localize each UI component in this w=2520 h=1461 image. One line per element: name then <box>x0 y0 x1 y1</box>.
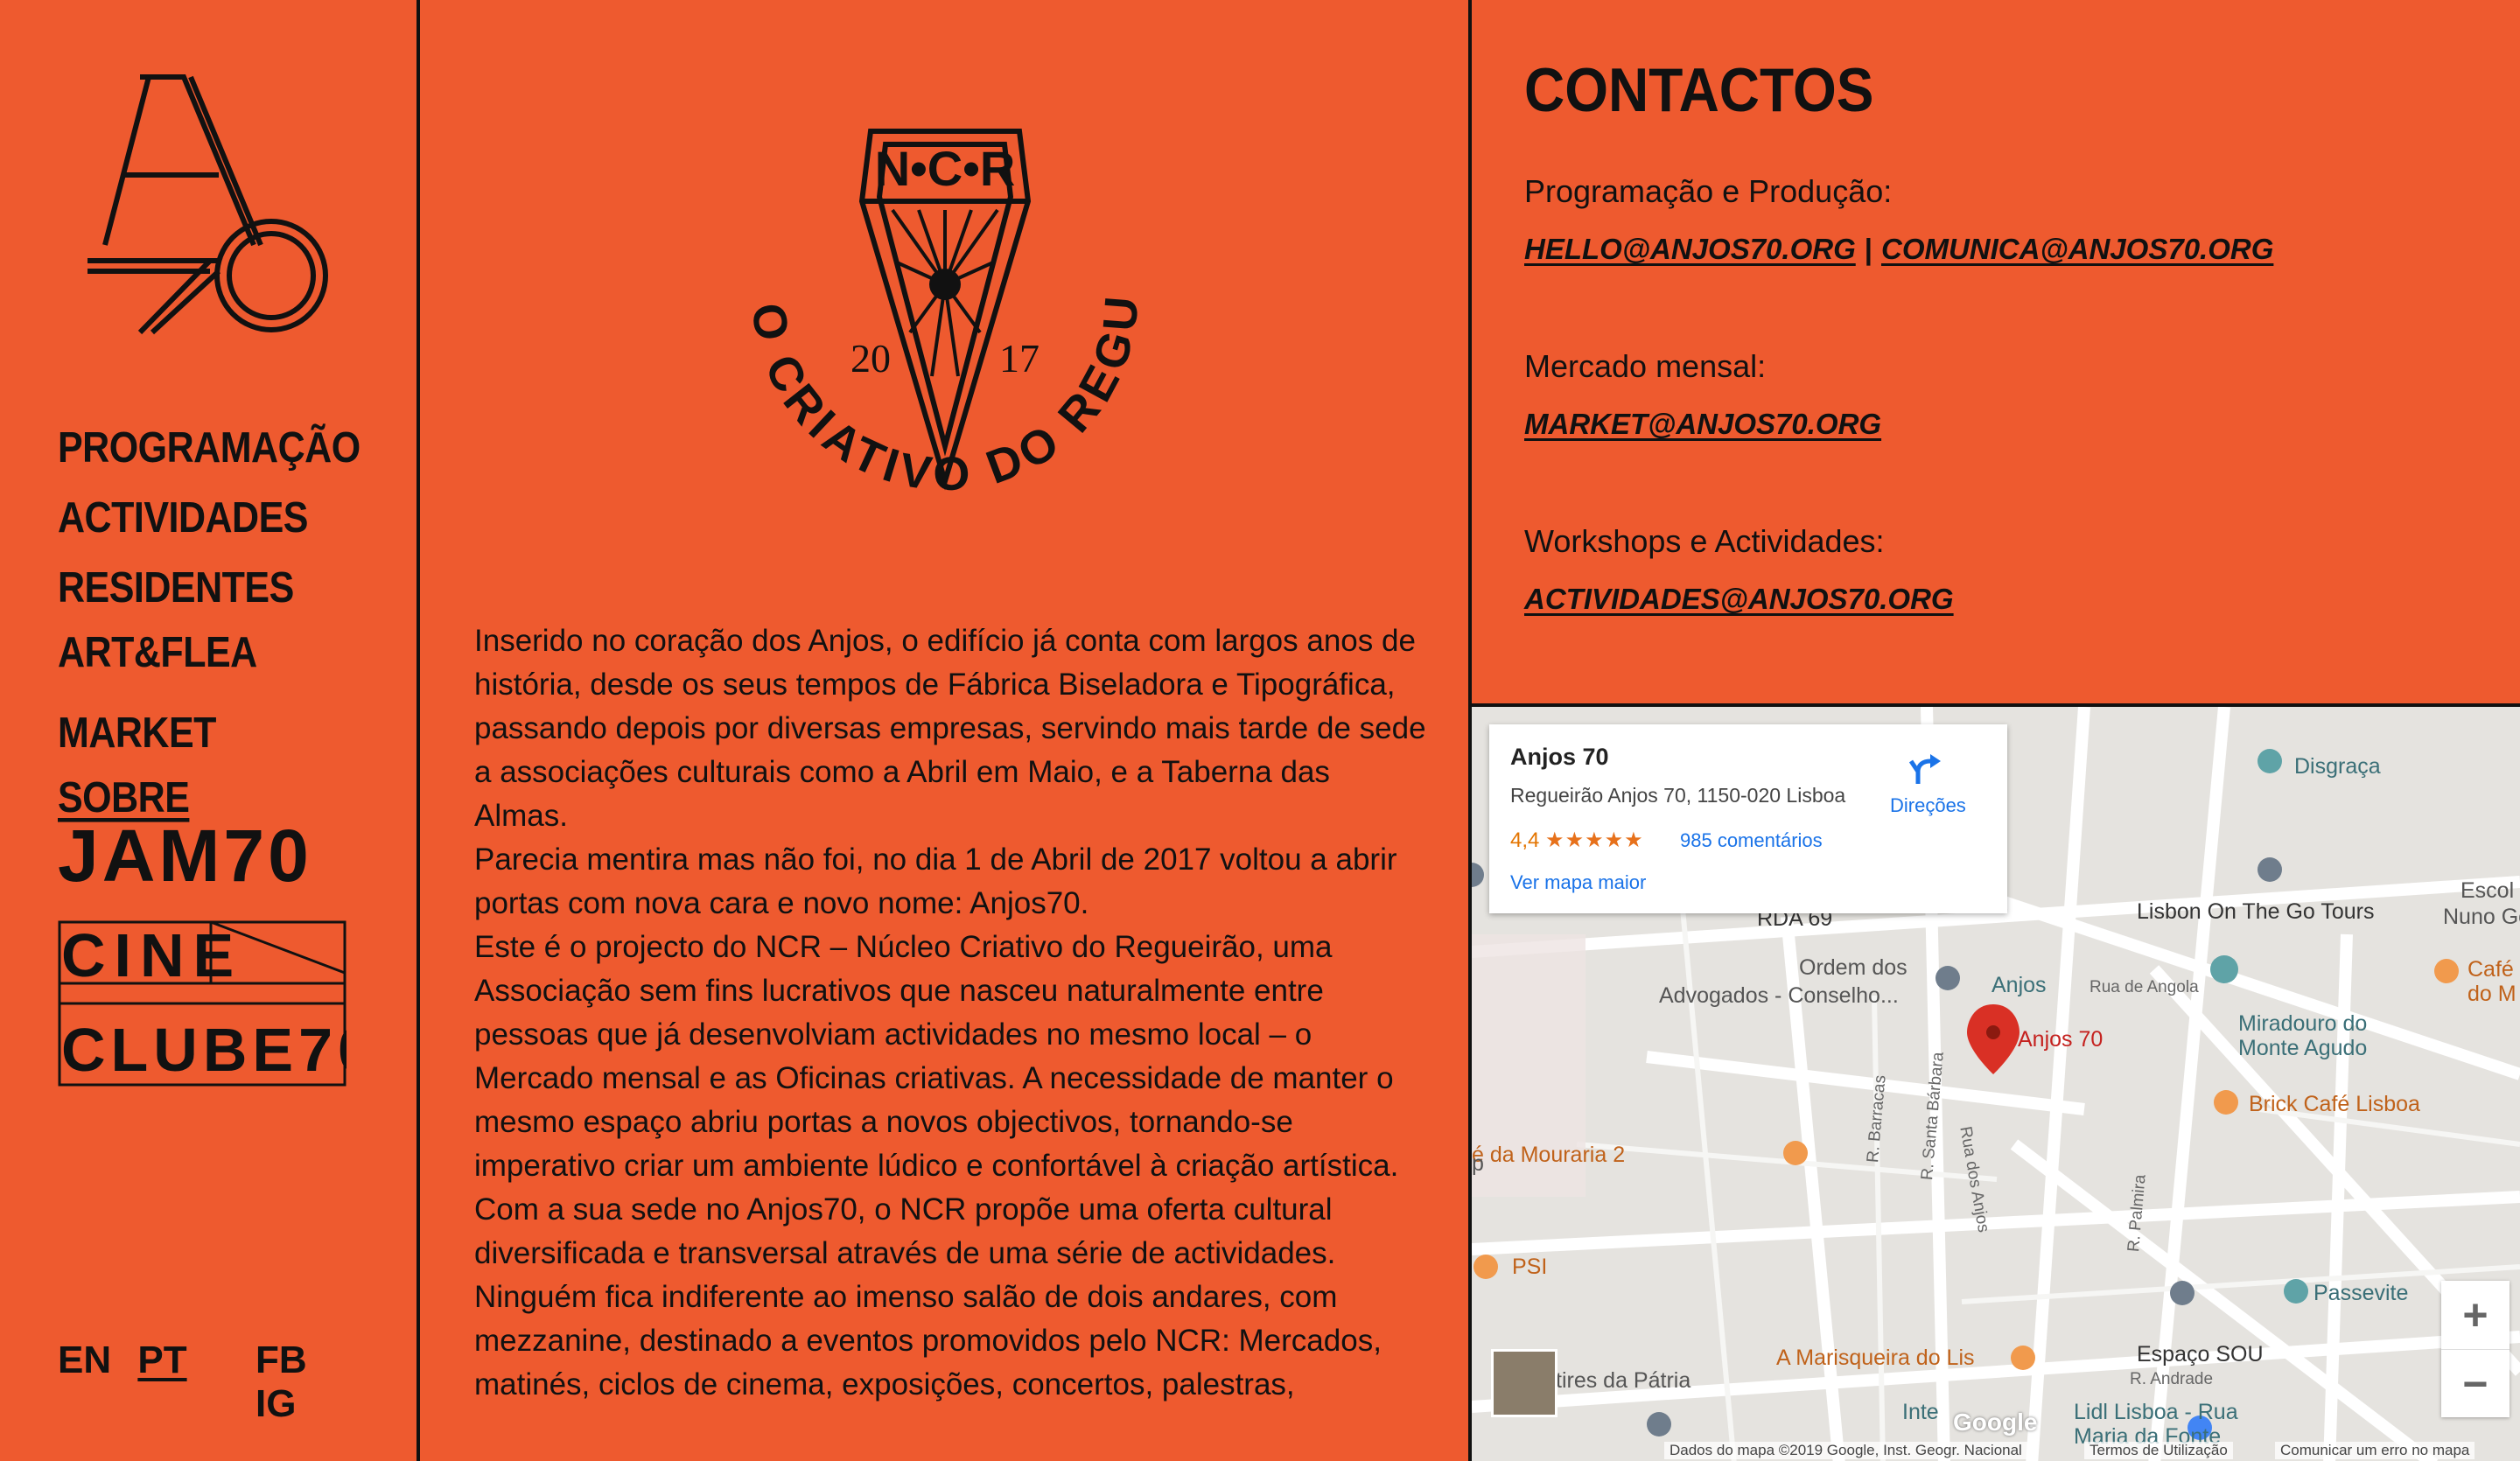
email-separator: | <box>1864 233 1872 265</box>
directions-link[interactable]: Direções <box>1890 794 1966 817</box>
social-links: FB IG <box>256 1339 416 1426</box>
about-paragraph: Este é o projecto do NCR – Núcleo Criati… <box>474 930 1399 1270</box>
map-label-marisqueira: A Marisqueira do Lis <box>1776 1346 1975 1370</box>
map-label-disgraca: Disgraça <box>2294 754 2381 779</box>
nav-item-art-flea-market[interactable]: ART&FLEA MARKET <box>58 612 416 773</box>
map-label-psi: PSI <box>1512 1255 1548 1279</box>
map-terms-link[interactable]: Termos de Utilização <box>2084 1442 2233 1459</box>
map-label-escola: Escol <box>2460 878 2515 903</box>
about-paragraph: Inserido no coração dos Anjos, o edifíci… <box>474 624 1426 833</box>
map-label-andrade: R. Andrade <box>2130 1370 2214 1388</box>
map-label-cafe2: do M <box>2468 982 2516 1006</box>
map-label-miradouro1: Miradouro do <box>2238 1011 2368 1036</box>
emblem-ncr-text: N•C•R <box>875 141 1016 196</box>
about-paragraph: Ninguém fica indiferente ao imenso salão… <box>474 1280 1382 1402</box>
instagram-link[interactable]: IG <box>256 1382 296 1425</box>
map-label-ordem1: Ordem dos <box>1799 955 1908 980</box>
about-paragraph: Parecia mentira mas não foi, no dia 1 de… <box>474 842 1397 920</box>
map-data-credit: Dados do mapa ©2019 Google, Inst. Geogr.… <box>1664 1442 2027 1459</box>
rating-stars-icon: ★★★★★ <box>1545 828 1644 852</box>
map-label-passevite: Passevite <box>2314 1281 2409 1305</box>
map-label-ordem2: Advogados - Conselho... <box>1659 983 1899 1008</box>
lang-pt-link[interactable]: PT <box>137 1339 186 1381</box>
cine-text: CINE <box>61 921 242 989</box>
main-nav: PROGRAMAÇÃO ACTIVIDADES RESIDENTES ART&F… <box>58 413 416 833</box>
place-address: Regueirão Anjos 70, 1150-020 Lisboa <box>1510 784 1846 807</box>
place-rating: 4,4 ★★★★★ <box>1510 828 1644 853</box>
market-email-link[interactable]: MARKET@ANJOS70.ORG <box>1524 408 1881 441</box>
emblem-year-left: 20 <box>850 336 891 381</box>
map-label-mouraria: é da Mouraria 2 <box>1472 1143 1626 1167</box>
contacts-title: CONTACTOS <box>1524 55 1874 125</box>
language-switcher: EN PT <box>58 1339 203 1382</box>
reviews-link[interactable]: 985 comentários <box>1680 829 1823 852</box>
map-label-patria: tires da Pátria <box>1556 1368 1691 1393</box>
map-label-lisbon-go: Lisbon On The Go Tours <box>2137 899 2375 924</box>
place-info-card: Anjos 70 Regueirão Anjos 70, 1150-020 Li… <box>1489 724 2007 913</box>
actividades-email-link[interactable]: ACTIVIDADES@ANJOS70.ORG <box>1524 583 1954 616</box>
place-name: Anjos 70 <box>1510 744 1609 770</box>
satellite-toggle[interactable] <box>1491 1349 1558 1417</box>
map-report-link[interactable]: Comunicar um erro no mapa <box>2275 1442 2475 1459</box>
nav-item-programacao[interactable]: PROGRAMAÇÃO <box>58 408 416 488</box>
left-sidebar: PROGRAMAÇÃO ACTIVIDADES RESIDENTES ART&F… <box>0 0 420 1461</box>
programacao-label: Programação e Produção: <box>1524 173 1893 209</box>
jam70-logo[interactable]: JAM70 <box>58 814 312 898</box>
anjos70-logo[interactable] <box>88 70 332 341</box>
rating-value: 4,4 <box>1510 828 1540 852</box>
about-section: N•C•R 20 17 NÚCLEO CRIATIVO DO REGUEIRÃO… <box>420 0 1472 1461</box>
zoom-controls: + − <box>2441 1281 2510 1417</box>
emblem-year-right: 17 <box>999 336 1040 381</box>
about-text: Inserido no coração dos Anjos, o edifíci… <box>474 619 1428 1407</box>
mercado-label: Mercado mensal: <box>1524 348 1767 384</box>
facebook-link[interactable]: FB <box>256 1339 307 1381</box>
google-map[interactable]: Disgraça RDA 69 Lisbon On The Go Tours E… <box>1472 703 2520 1461</box>
map-label-cafe1: Café <box>2468 957 2514 982</box>
workshops-label: Workshops e Actividades: <box>1524 523 1885 559</box>
map-label-p: p <box>1472 1151 1484 1176</box>
map-label-anjos-metro: Anjos <box>1992 973 2047 997</box>
hello-email-link[interactable]: HELLO@ANJOS70.ORG <box>1524 233 1856 265</box>
directions-icon[interactable] <box>1908 749 1948 789</box>
map-label-nuno: Nuno Go <box>2443 905 2520 929</box>
view-larger-map-link[interactable]: Ver mapa maior <box>1510 871 1646 894</box>
map-label-anjos70: Anjos 70 <box>2018 1027 2104 1052</box>
nav-item-actividades[interactable]: ACTIVIDADES <box>58 478 416 558</box>
map-label-brick-cafe: Brick Café Lisboa <box>2249 1092 2420 1116</box>
zoom-in-button[interactable]: + <box>2441 1281 2510 1350</box>
map-label-inter: Inte <box>1902 1400 1939 1424</box>
map-label-rua-angola: Rua de Angola <box>2090 978 2199 996</box>
map-attribution: Dados do mapa ©2019 Google, Inst. Geogr.… <box>1472 1438 2520 1461</box>
map-label-miradouro2: Monte Agudo <box>2238 1036 2368 1060</box>
map-label-lidl1: Lidl Lisboa - Rua <box>2074 1400 2238 1424</box>
clube70-text: CLUBE70 <box>61 1016 346 1084</box>
ncr-emblem: N•C•R 20 17 NÚCLEO CRIATIVO DO REGUEIRÃO <box>682 79 1144 501</box>
lang-en-link[interactable]: EN <box>58 1339 111 1381</box>
programacao-emails: HELLO@ANJOS70.ORG | COMUNICA@ANJOS70.ORG <box>1524 233 2273 266</box>
cineclube70-logo[interactable]: CINE CLUBE70 <box>58 920 346 1087</box>
google-logo: Google <box>1953 1409 2038 1436</box>
zoom-out-button[interactable]: − <box>2441 1350 2510 1418</box>
map-label-espaco-sou: Espaço SOU <box>2137 1342 2264 1367</box>
comunica-email-link[interactable]: COMUNICA@ANJOS70.ORG <box>1881 233 2273 265</box>
